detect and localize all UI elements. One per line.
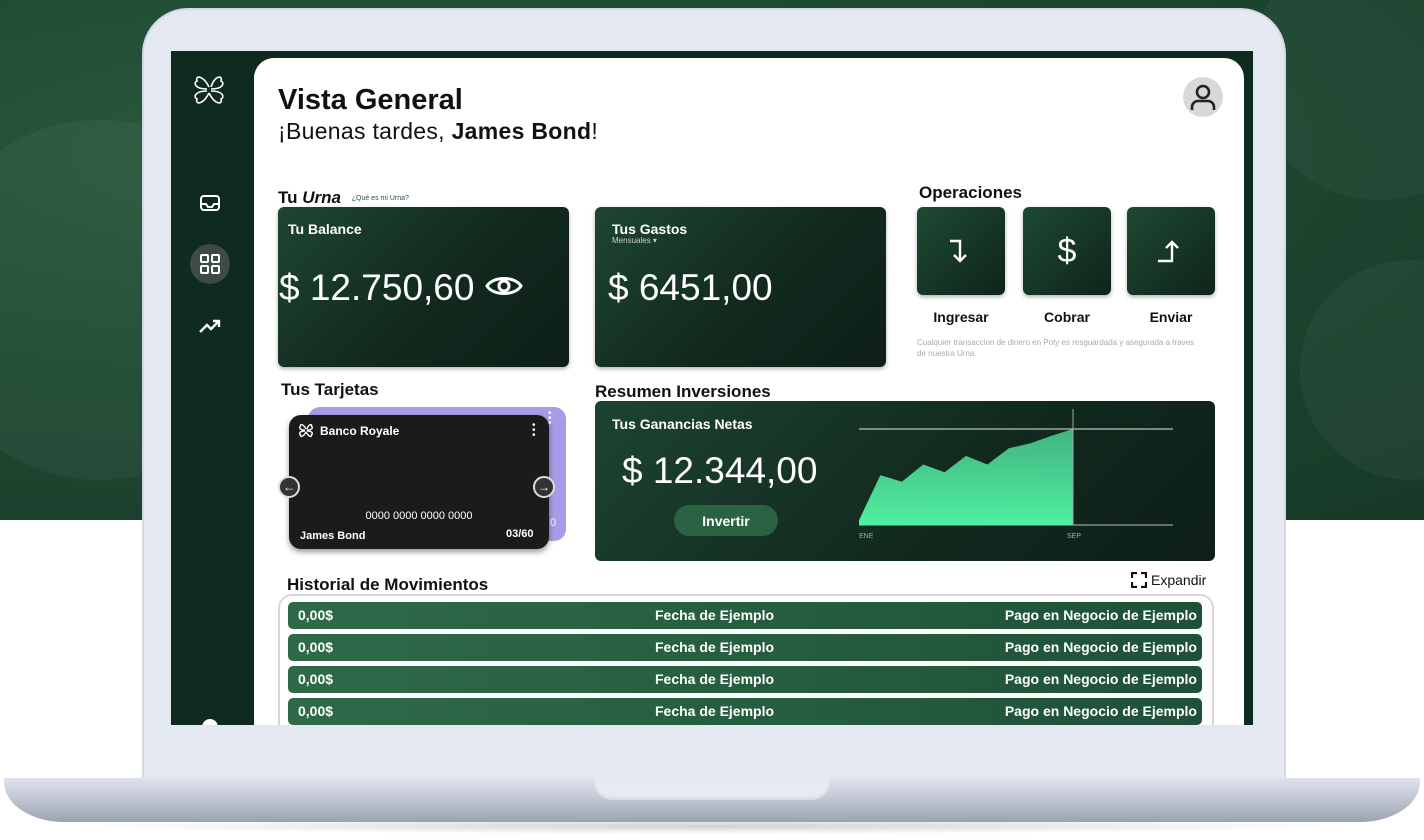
credit-card[interactable]: Banco Royale • • • 0000 0000 0000 0000 Jam…	[289, 415, 549, 549]
card-bank-name: Banco Royale	[320, 424, 400, 438]
trending-up-icon	[199, 319, 221, 333]
sidebar-item-settings[interactable]	[190, 707, 230, 725]
balance-amount: $ 12.750,60	[279, 267, 475, 308]
dollar-icon: $	[1057, 231, 1077, 270]
eye-icon[interactable]	[485, 273, 523, 304]
invertir-button[interactable]: Invertir	[674, 505, 778, 536]
enviar-label: Enviar	[1149, 309, 1193, 325]
x-tick-label: ENE	[859, 533, 874, 540]
greeting-user-name: James Bond	[451, 118, 592, 144]
card-back-fragment: 0	[550, 517, 557, 529]
background-blob	[1300, 260, 1424, 480]
table-row[interactable]: 0,00$ Fecha de Ejemplo Pago en Negocio de …	[288, 666, 1202, 693]
urna-label: Tu Urna ¿Qué es mi Urna?	[278, 188, 409, 208]
chart-area-series	[859, 429, 1073, 525]
sidebar-item-investments[interactable]	[190, 306, 230, 346]
greeting-prefix: ¡Buenas tardes,	[278, 118, 445, 144]
card-holder: James Bond	[300, 530, 366, 542]
cobrar-button[interactable]: $	[1023, 207, 1111, 295]
ganancias-chart: ENE SEP	[859, 409, 1173, 540]
gastos-amount: $ 6451,00	[608, 267, 773, 308]
row-description: Pago en Negocio de Ejemplo	[1004, 703, 1197, 719]
inbox-icon	[200, 195, 220, 211]
expand-button[interactable]: Expandir	[1131, 572, 1206, 588]
row-amount: 0,00$	[298, 607, 334, 623]
expand-icon	[1131, 572, 1147, 588]
inversiones-amount: $ 12.344,00	[622, 450, 818, 491]
greeting: ¡Buenas tardes, James Bond!	[278, 118, 598, 145]
cobrar-label: Cobrar	[1044, 309, 1090, 325]
app-screen: Vista General ¡Buenas tardes, James Bond…	[171, 51, 1253, 725]
inversiones-label: Tus Ganancias Netas	[612, 416, 753, 432]
page-title: Vista General	[278, 84, 463, 116]
expand-label: Expandir	[1151, 572, 1207, 588]
inversiones-card: Tus Ganancias Netas $ 12.344,00 Invertir…	[595, 401, 1215, 561]
row-date: Fecha de Ejemplo	[655, 607, 775, 623]
gastos-card: Tus Gastos Mensuales ▾ $ 6451,00	[595, 207, 886, 367]
card-next-button[interactable]: →	[533, 476, 555, 498]
urna-help-link[interactable]: ¿Qué es mi Urna?	[352, 195, 409, 202]
urna-label-emph: Urna	[302, 188, 341, 207]
operaciones-title: Operaciones	[919, 183, 1022, 202]
arrow-left-icon: ←	[283, 480, 295, 494]
gastos-period-label: Mensuales	[612, 236, 651, 245]
clover-logo-icon	[185, 65, 233, 113]
table-row[interactable]: 0,00$ Fecha de Ejemplo Pago en Negocio de …	[288, 698, 1202, 725]
card-expiry: 03/60	[506, 528, 534, 540]
grid-icon	[200, 254, 220, 274]
card-prev-button[interactable]: ←	[278, 476, 300, 498]
row-description: Pago en Negocio de Ejemplo	[1004, 671, 1197, 687]
row-description: Pago en Negocio de Ejemplo	[1004, 607, 1197, 623]
user-icon	[1190, 84, 1216, 110]
gastos-period-select[interactable]: Mensuales ▾	[612, 236, 657, 245]
greeting-suffix: !	[591, 118, 599, 144]
row-date: Fecha de Ejemplo	[655, 671, 775, 687]
sidebar-item-dashboard[interactable]	[190, 244, 230, 284]
row-description: Pago en Negocio de Ejemplo	[1004, 639, 1197, 655]
enviar-button[interactable]	[1127, 207, 1215, 295]
table-row[interactable]: 0,00$ Fecha de Ejemplo Pago en Negocio de …	[288, 602, 1202, 629]
arrow-turn-down-icon	[950, 239, 967, 263]
historial-title: Historial de Movimientos	[287, 575, 489, 594]
row-amount: 0,00$	[298, 703, 334, 719]
card-menu-icon[interactable]: • • •	[532, 421, 536, 441]
clover-logo-icon	[298, 423, 314, 438]
operaciones-note: Cualquier transaccion de dinero en Poty …	[917, 338, 1195, 358]
urna-label-prefix: Tu	[278, 188, 298, 207]
row-amount: 0,00$	[298, 639, 334, 655]
inversiones-title: Resumen Inversiones	[595, 382, 771, 401]
ingresar-label: Ingresar	[933, 309, 989, 325]
tarjetas-title: Tus Tarjetas	[281, 380, 379, 399]
balance-label: Tu Balance	[288, 221, 362, 237]
arrow-right-icon: →	[538, 480, 550, 494]
sidebar-item-inbox[interactable]	[190, 183, 230, 223]
main-panel: Vista General ¡Buenas tardes, James Bond…	[254, 58, 1244, 725]
sidebar	[171, 51, 251, 725]
card-number: 0000 0000 0000 0000	[365, 510, 473, 522]
table-row[interactable]: 0,00$ Fecha de Ejemplo Pago en Negocio de …	[288, 634, 1202, 661]
laptop-notch	[594, 778, 830, 800]
row-date: Fecha de Ejemplo	[655, 639, 775, 655]
gastos-label: Tus Gastos	[612, 221, 688, 237]
arrow-turn-up-icon	[1158, 240, 1179, 263]
avatar[interactable]	[1183, 77, 1223, 117]
gear-icon	[202, 719, 218, 725]
chevron-down-icon: ▾	[652, 236, 657, 245]
row-amount: 0,00$	[298, 671, 334, 687]
x-tick-label: SEP	[1067, 533, 1081, 540]
row-date: Fecha de Ejemplo	[655, 703, 775, 719]
balance-card: Tu Balance $ 12.750,60	[278, 207, 569, 367]
ingresar-button[interactable]	[917, 207, 1005, 295]
